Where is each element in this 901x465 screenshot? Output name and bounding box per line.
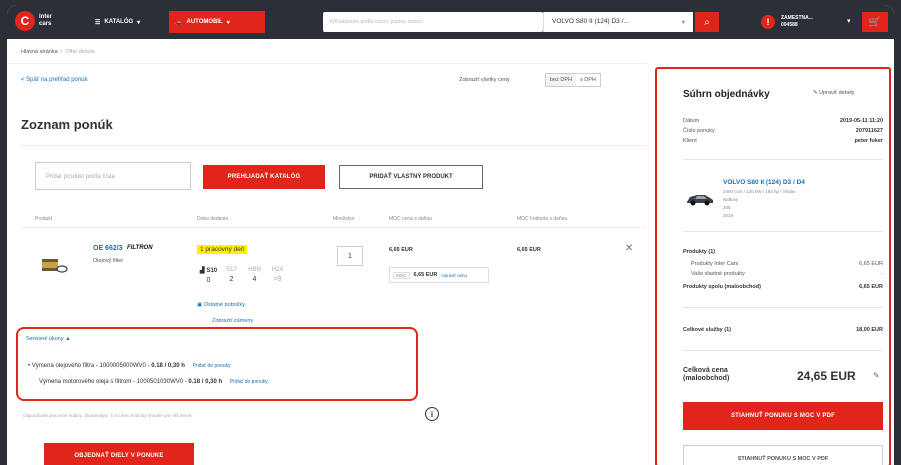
divider <box>7 63 647 64</box>
hamburger-icon: ☰ <box>95 19 101 26</box>
brand-logo: FILTRON <box>127 245 153 251</box>
working-hours-note: Odporúčané pracovné hodiny. Skontrolujte… <box>23 413 194 418</box>
remove-product-icon[interactable]: ✕ <box>625 243 633 254</box>
show-replacements-link[interactable]: Zobraziť zámeny <box>212 318 253 324</box>
download-pdf-secondary-button[interactable]: STIAHNUŤ PONUKU S MOC V PDF <box>683 445 883 465</box>
divider <box>683 350 883 351</box>
edit-details-link[interactable]: ✎ Upraviť detaily <box>813 90 855 96</box>
cart-icon: 🛒 <box>868 16 882 28</box>
quantity-input[interactable]: 1 <box>337 246 363 266</box>
logo-mark-icon: C <box>15 11 35 31</box>
add-to-offer-link[interactable]: Pridať do ponuky <box>193 363 231 369</box>
cart-button[interactable]: 🛒 <box>862 12 888 32</box>
column-header-delivery: Doba dodania <box>197 216 229 222</box>
other-stores-link[interactable]: ▣ Ostatné pobočky <box>197 302 245 308</box>
vat-toggle: bez DPH s DPH <box>545 73 601 87</box>
page-title: Zoznam ponúk <box>21 117 113 132</box>
divider <box>683 159 883 160</box>
back-to-offers-link[interactable]: < Späť na prehľad ponúk <box>21 77 88 83</box>
download-pdf-button[interactable]: STIAHNUŤ PONUKU S MOC V PDF <box>683 402 883 430</box>
divider <box>21 145 646 146</box>
service-line: • Výmena olejového filtra - 1000005000WV… <box>28 363 231 369</box>
car-icon: 🚗 <box>175 19 183 26</box>
logo-text: inter cars <box>39 14 53 27</box>
grand-total-label: Celková cena (maloobchod) <box>683 367 730 382</box>
summary-products-header: Produkty (1) <box>683 249 716 255</box>
vat-label: Zobraziť všetky ceny <box>459 77 510 83</box>
vehicle-type-menu-button[interactable]: 🚗 AUTOMOBIL ▾ <box>169 11 265 33</box>
breadcrumb-current: Offer details <box>65 49 95 55</box>
add-own-product-button[interactable]: PRIDAŤ VLASTNÝ PRODUKT <box>339 165 483 189</box>
summary-row: Číslo ponuky 207911627 <box>683 128 883 134</box>
summary-title: Súhrn objednávky <box>683 89 770 100</box>
stock-col-hbn: HBN 4 <box>248 267 261 283</box>
breadcrumb-home[interactable]: Hlavná stránka <box>21 49 58 55</box>
chevron-down-icon[interactable]: ▾ <box>847 17 851 25</box>
user-label: ZAMESTNA... <box>781 15 813 21</box>
column-header-total-price: MOC hodnota s daňou <box>517 216 568 222</box>
summary-row: Klient peter fuker <box>683 138 883 144</box>
add-product-input[interactable]: Pridať produkt podľa čísla <box>35 162 191 190</box>
edit-price-link[interactable]: Upraviť cenu <box>441 273 467 278</box>
column-header-unit-price: MOC cena s daňou <box>389 216 433 222</box>
catalog-menu-button[interactable]: ☰ KATALÓG ▾ <box>89 11 146 33</box>
car-image <box>687 195 713 206</box>
vehicle-spec: 205 <box>723 205 731 210</box>
delivery-badge: 1 pracovný deň <box>197 245 248 254</box>
chevron-down-icon: ▾ <box>681 19 685 26</box>
summary-row: Produkty spolu (maloobchod) 6,65 EUR <box>683 284 883 290</box>
total-price: 6,65 EUR <box>517 247 541 253</box>
product-code-link[interactable]: OE 662/3 <box>93 245 123 252</box>
edit-icon[interactable]: ✎ <box>873 371 880 380</box>
grand-total-value: 24,65 EUR <box>797 369 856 383</box>
user-menu[interactable]: ! ZAMESTNA... 004588 <box>761 9 813 35</box>
chevron-down-icon: ▾ <box>226 19 230 26</box>
summary-row: Celkové služby (1) 18,00 EUR <box>683 327 883 333</box>
search-button[interactable]: ⌕ <box>695 12 719 32</box>
services-toggle[interactable]: Servisné úkony ▲ <box>26 336 71 342</box>
vehicle-name-link[interactable]: VOLVO S80 II (124) D3 / D4 <box>723 179 805 186</box>
vehicle-select[interactable]: VOLVO S80 II (124) D3 /... ▾ <box>543 12 693 32</box>
add-to-offer-link[interactable]: Pridať do ponuky <box>230 379 268 385</box>
moc-tag: MOC <box>393 271 410 279</box>
app-window: C inter cars ☰ KATALÓG ▾ 🚗 AUTOMOBIL ▾ V… <box>7 5 894 465</box>
chevron-down-icon: ▾ <box>137 19 141 26</box>
column-header-quantity: Množstvo <box>333 216 355 222</box>
search-input[interactable]: Vyhľadávanie podľa názvu, popisu, indexu <box>323 12 543 32</box>
notification-icon[interactable]: ! <box>761 15 775 29</box>
column-header-product: Produkt <box>35 216 53 222</box>
browse-catalog-button[interactable]: PREHLIADAŤ KATALÓG <box>203 165 325 189</box>
oil-filter-image <box>42 259 68 273</box>
summary-row: Produkty Inter Cars 6,65 EUR <box>691 261 883 267</box>
divider <box>683 307 883 308</box>
info-icon[interactable]: i <box>425 407 439 421</box>
moc-price: 6,65 EUR <box>413 272 438 278</box>
summary-row: Vaše vlastné produkty - <box>691 271 883 277</box>
stock-table: ▟ S10 0 S17 2 HBN 4 H2A >9 <box>197 267 289 284</box>
product-name: Olejový filter <box>93 258 124 264</box>
store-icon: ▣ <box>197 302 204 308</box>
stock-col-s17: S17 2 <box>226 267 237 283</box>
vat-option-incl[interactable]: s DPH <box>576 74 600 86</box>
vehicle-spec: Naftový <box>723 197 739 202</box>
vehicle-spec: 2400 ccm / 120 kW / 163 hp / Sedan <box>723 189 796 194</box>
stock-col-h2a: H2A >9 <box>271 267 284 283</box>
divider <box>683 231 883 232</box>
moc-price-box: MOC 6,65 EUR Upraviť cenu <box>389 267 489 283</box>
search-icon: ⌕ <box>704 16 710 28</box>
vehicle-spec: 2015 <box>723 213 734 218</box>
summary-row: Dátum 2019-05-11 11:20 <box>683 118 883 124</box>
stock-col-s10: ▟ S10 0 <box>199 268 218 284</box>
user-id: 004588 <box>781 22 798 28</box>
breadcrumb: Hlavná stránka / Offer details <box>21 49 95 55</box>
inter-cars-logo[interactable]: C inter cars <box>15 11 52 31</box>
divider <box>21 227 646 228</box>
order-parts-button[interactable]: OBJEDNAŤ DIELY V PONUKE <box>44 443 194 465</box>
vat-option-excl[interactable]: bez DPH <box>546 74 577 86</box>
top-navigation-bar: C inter cars ☰ KATALÓG ▾ 🚗 AUTOMOBIL ▾ V… <box>7 5 894 39</box>
unit-price: 6,65 EUR <box>389 247 413 253</box>
signal-icon: ▟ <box>199 268 205 274</box>
service-line: Výmena motorového oleja s filtrom - 1000… <box>39 379 268 385</box>
